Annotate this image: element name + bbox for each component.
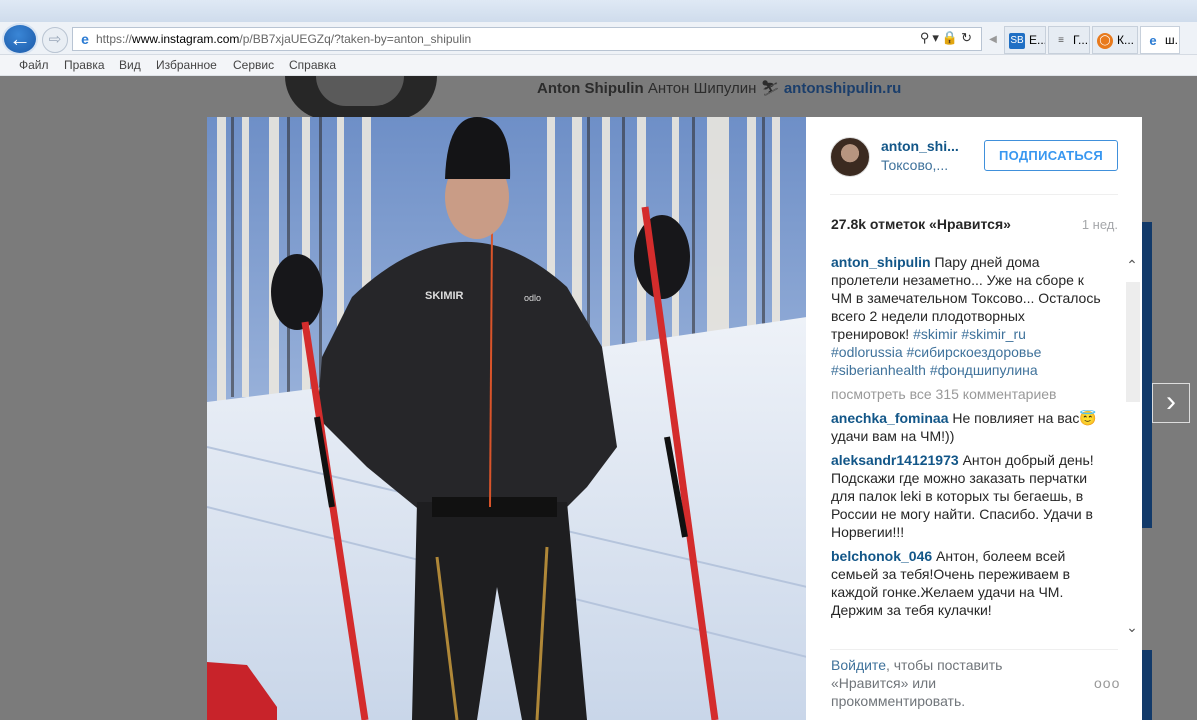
url-text[interactable]: https://www.instagram.com/p/BB7xjaUEGZq/…	[96, 32, 471, 46]
search-icon[interactable]: ⚲	[920, 30, 933, 45]
caption-username[interactable]: anton_shipulin	[831, 254, 931, 270]
address-bar[interactable]: e https://www.instagram.com/p/BB7xjaUEGZ…	[72, 27, 982, 51]
jacket-logo-text: odlo	[524, 293, 541, 303]
arrow-right-icon: ⇨	[48, 31, 62, 48]
refresh-icon[interactable]: ↻	[961, 30, 975, 45]
menu-edit[interactable]: Правка	[64, 58, 105, 72]
navigation-bar: ← ⇨ e https://www.instagram.com/p/BB7xja…	[0, 22, 1197, 55]
hashtag[interactable]: #skimir	[913, 326, 957, 342]
menu-tools[interactable]: Сервис	[233, 58, 274, 72]
post-photo[interactable]: SKIMIR odlo	[207, 117, 806, 720]
skier-icon: ⛷	[760, 80, 780, 97]
tab-label: ш...	[1165, 33, 1179, 47]
comment-item: anechka_fominaa Не повлияет на вас😇 удач…	[831, 409, 1101, 445]
profile-name-cyrillic: Антон Шипулин	[647, 80, 757, 97]
arrow-left-icon: ←	[9, 26, 31, 51]
forward-button[interactable]: ⇨	[42, 27, 68, 53]
tab-2[interactable]: ≡ Г...	[1048, 26, 1090, 54]
jacket-brand-text: SKIMIR	[425, 290, 464, 302]
post-location[interactable]: Токсово,...	[881, 157, 948, 173]
back-button[interactable]: ←	[2, 23, 38, 55]
scroll-down-chevron-icon[interactable]: ⌄	[1124, 619, 1140, 635]
comments-list: anton_shipulin Пару дней дома пролетели …	[831, 253, 1101, 647]
background-profile-name: Anton Shipulin Антон Шипулин ⛷ antonship…	[537, 79, 901, 97]
tab-4-active[interactable]: e ш...	[1140, 26, 1180, 54]
hashtag[interactable]: #сибирскоездоровье	[907, 344, 1042, 360]
window-titlebar	[0, 0, 1197, 22]
bar-chart-favicon-icon: ≡	[1058, 35, 1064, 46]
post-username[interactable]: anton_shi...	[881, 138, 959, 154]
comment-item: belchonok_046 Антон, болеем всей семьей …	[831, 547, 1101, 619]
dropdown-icon[interactable]: ▾	[932, 30, 942, 45]
divider	[830, 649, 1118, 650]
next-post-chevron-icon[interactable]: ›	[1152, 383, 1190, 423]
background-ad-strip	[1142, 650, 1152, 720]
post-time[interactable]: 1 нед.	[1082, 217, 1118, 232]
hashtag[interactable]: #фондшипулина	[930, 362, 1038, 378]
ie-favicon-icon: e	[1149, 33, 1157, 48]
likes-count[interactable]: 27.8k отметок «Нравится»	[831, 216, 1011, 232]
divider	[830, 194, 1118, 195]
scroll-up-chevron-icon[interactable]: ⌃	[1124, 257, 1140, 273]
skier-photo-illustration: SKIMIR odlo	[207, 117, 806, 720]
tab-3[interactable]: ◯ К...	[1092, 26, 1138, 54]
tab-label: E...	[1029, 33, 1046, 47]
hashtag[interactable]: #skimir_ru	[961, 326, 1026, 342]
lock-icon[interactable]: 🔒	[942, 30, 961, 45]
menu-file[interactable]: Файл	[19, 58, 49, 72]
comment-item: aleksandr14121973 Антон добрый день! Под…	[831, 451, 1101, 541]
comment-username[interactable]: belchonok_046	[831, 548, 932, 564]
comment-username[interactable]: aleksandr14121973	[831, 452, 959, 468]
tab-label: Г...	[1073, 33, 1089, 47]
url-host: www.instagram.com	[132, 32, 240, 46]
caption: anton_shipulin Пару дней дома пролетели …	[831, 253, 1101, 379]
tab-scroll-left-icon[interactable]: ◀	[986, 31, 1000, 49]
post-details-panel: anton_shi... Токсово,... ПОДПИСАТЬСЯ 27.…	[806, 117, 1142, 720]
menu-bar: Файл Правка Вид Избранное Сервис Справка	[0, 55, 1197, 76]
load-more-comments[interactable]: посмотреть все 315 комментариев	[831, 385, 1101, 403]
tab-label: К...	[1117, 33, 1134, 47]
user-avatar[interactable]	[830, 137, 870, 177]
url-path: /p/BB7xjaUEGZq/?taken-by=anton_shipulin	[239, 32, 472, 46]
follow-button[interactable]: ПОДПИСАТЬСЯ	[984, 140, 1118, 171]
login-link[interactable]: Войдите	[831, 657, 886, 673]
scrollbar-thumb[interactable]	[1126, 282, 1140, 402]
login-prompt: Войдите, чтобы поставить «Нравится» или …	[831, 656, 1051, 710]
profile-website-link[interactable]: antonshipulin.ru	[784, 80, 902, 97]
tab-1[interactable]: SB E...	[1004, 26, 1046, 54]
menu-help[interactable]: Справка	[289, 58, 336, 72]
address-tools: ⚲▾🔒↻	[920, 30, 975, 46]
ie-icon: e	[81, 31, 89, 47]
url-scheme: https://	[96, 32, 133, 46]
menu-view[interactable]: Вид	[119, 58, 141, 72]
hashtag[interactable]: #odlorussia	[831, 344, 903, 360]
orange-favicon-icon: ◯	[1097, 33, 1113, 49]
more-options-icon[interactable]: ooo	[1094, 675, 1120, 691]
sb-favicon-icon: SB	[1009, 33, 1025, 49]
profile-name-latin: Anton Shipulin	[537, 80, 644, 97]
comment-username[interactable]: anechka_fominaa	[831, 410, 949, 426]
hashtag[interactable]: #siberianhealth	[831, 362, 926, 378]
background-ad-strip	[1142, 222, 1152, 528]
menu-favorites[interactable]: Избранное	[156, 58, 217, 72]
